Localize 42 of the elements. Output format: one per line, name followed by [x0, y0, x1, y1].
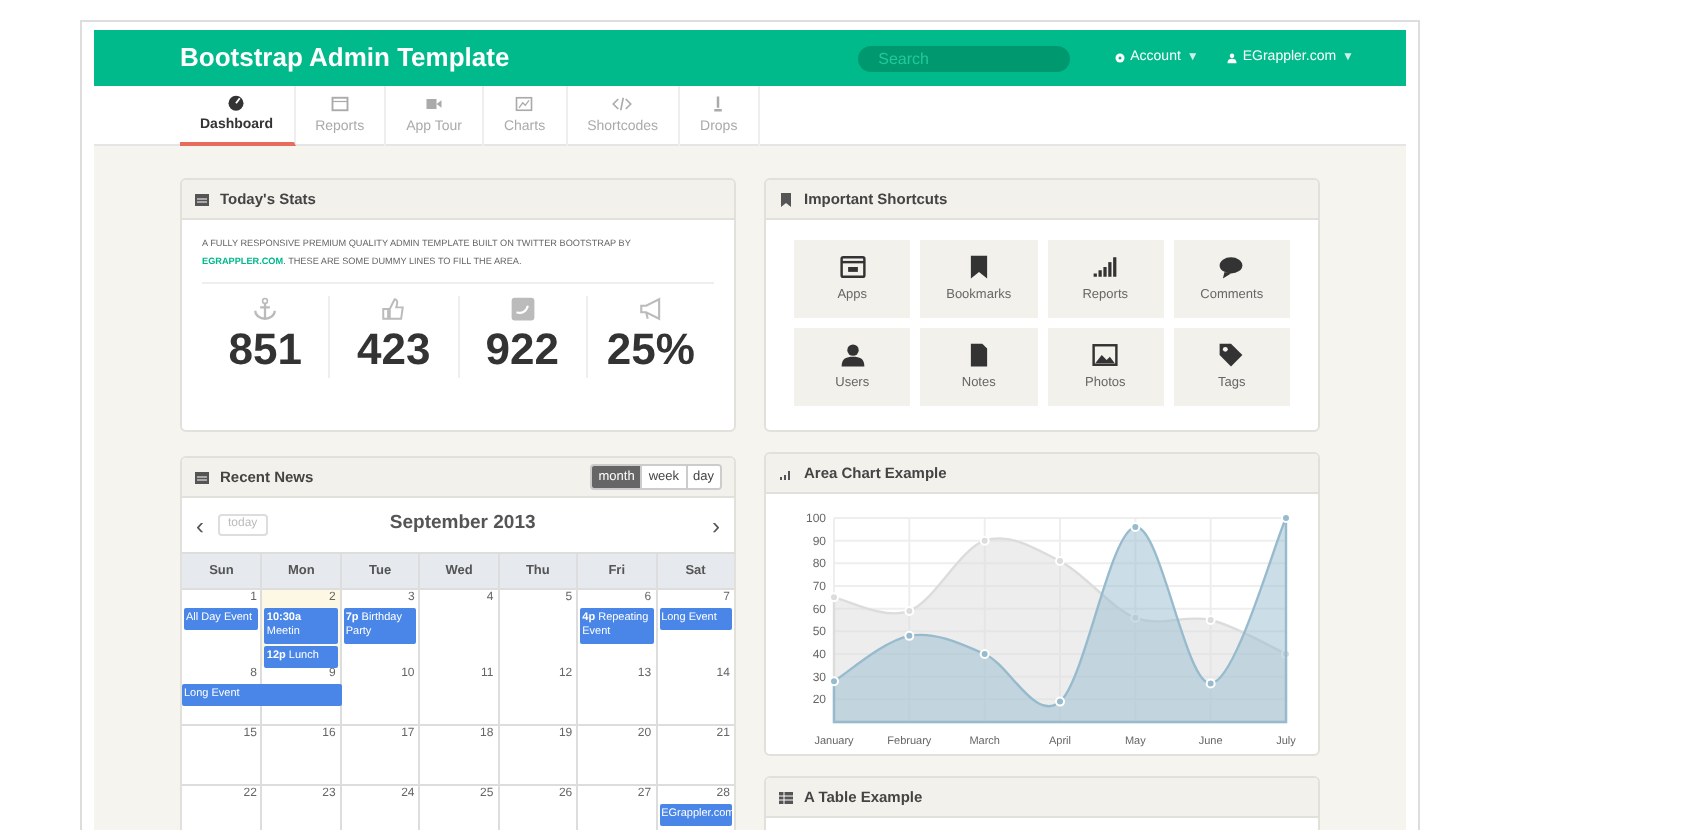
bar-chart-icon: [778, 465, 794, 481]
calendar-icon: [329, 93, 350, 114]
data-point: [1281, 513, 1291, 523]
data-point: [979, 535, 990, 546]
stat-value: 423: [357, 322, 431, 378]
tag-icon: [1218, 341, 1245, 368]
code-icon: [612, 93, 633, 114]
stat-value: 25%: [606, 322, 695, 378]
data-point: [904, 630, 915, 641]
window-icon: [839, 253, 866, 280]
megaphone-icon: [637, 296, 664, 322]
signal-bars-icon: [1092, 253, 1119, 280]
month-title: September 2013: [387, 510, 538, 539]
picture-icon: [1092, 341, 1119, 368]
anchor-icon: [252, 296, 279, 322]
gauge-icon: [226, 91, 247, 112]
bookmark-icon: [778, 191, 794, 207]
data-point: [1055, 696, 1065, 707]
app-title: Bootstrap Admin Template: [180, 40, 512, 77]
data-point: [1055, 556, 1065, 567]
data-point: [1205, 678, 1216, 689]
table-icon: [778, 789, 794, 805]
calendar-icon: [194, 191, 210, 207]
data-point: [904, 605, 915, 616]
data-point: [829, 676, 839, 687]
data-point: [829, 592, 839, 603]
data-point: [979, 649, 990, 659]
video-camera-icon: [424, 93, 445, 114]
thumbs-up-icon: [380, 296, 407, 322]
user-icon: [839, 341, 866, 368]
line-chart-icon: [514, 93, 535, 114]
bookmark-icon: [965, 253, 992, 280]
document-icon: [965, 341, 992, 368]
gear-icon: [1114, 52, 1127, 64]
speech-bubble-icon: [1218, 253, 1245, 280]
user-icon: [1226, 52, 1239, 64]
calendar-icon: [194, 469, 210, 485]
stat-value: 922: [485, 322, 559, 378]
stat-value: 851: [228, 322, 302, 378]
data-point: [1205, 615, 1216, 625]
data-point: [1130, 522, 1141, 533]
data-point: [1281, 649, 1291, 659]
